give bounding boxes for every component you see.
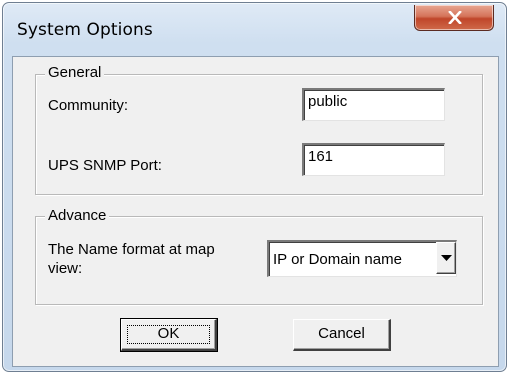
cancel-button[interactable]: Cancel xyxy=(293,319,391,351)
ups-snmp-port-input[interactable]: 161 xyxy=(302,143,445,176)
ok-button[interactable]: OK xyxy=(120,318,218,352)
name-format-dropdown-button[interactable] xyxy=(436,242,456,274)
name-format-label-line2: view: xyxy=(48,260,83,277)
community-input[interactable]: public xyxy=(302,88,445,121)
focus-indicator xyxy=(127,325,210,344)
name-format-select[interactable]: IP or Domain name xyxy=(267,240,457,277)
advance-group-title: Advance xyxy=(45,207,110,224)
chevron-down-icon xyxy=(441,255,452,261)
general-group-title: General xyxy=(45,64,105,81)
close-x-icon xyxy=(448,11,462,24)
dialog-client-area: General Community: public UPS SNMP Port:… xyxy=(12,56,499,367)
community-label: Community: xyxy=(48,97,129,114)
name-format-label-line1: The Name format at map xyxy=(48,241,215,258)
ups-snmp-port-label: UPS SNMP Port: xyxy=(48,157,162,174)
system-options-dialog: System Options General Community: public… xyxy=(2,2,507,372)
cancel-button-label: Cancel xyxy=(318,325,365,342)
name-format-selected-value: IP or Domain name xyxy=(273,251,402,268)
close-button[interactable] xyxy=(414,5,494,31)
dialog-title: System Options xyxy=(17,20,153,40)
